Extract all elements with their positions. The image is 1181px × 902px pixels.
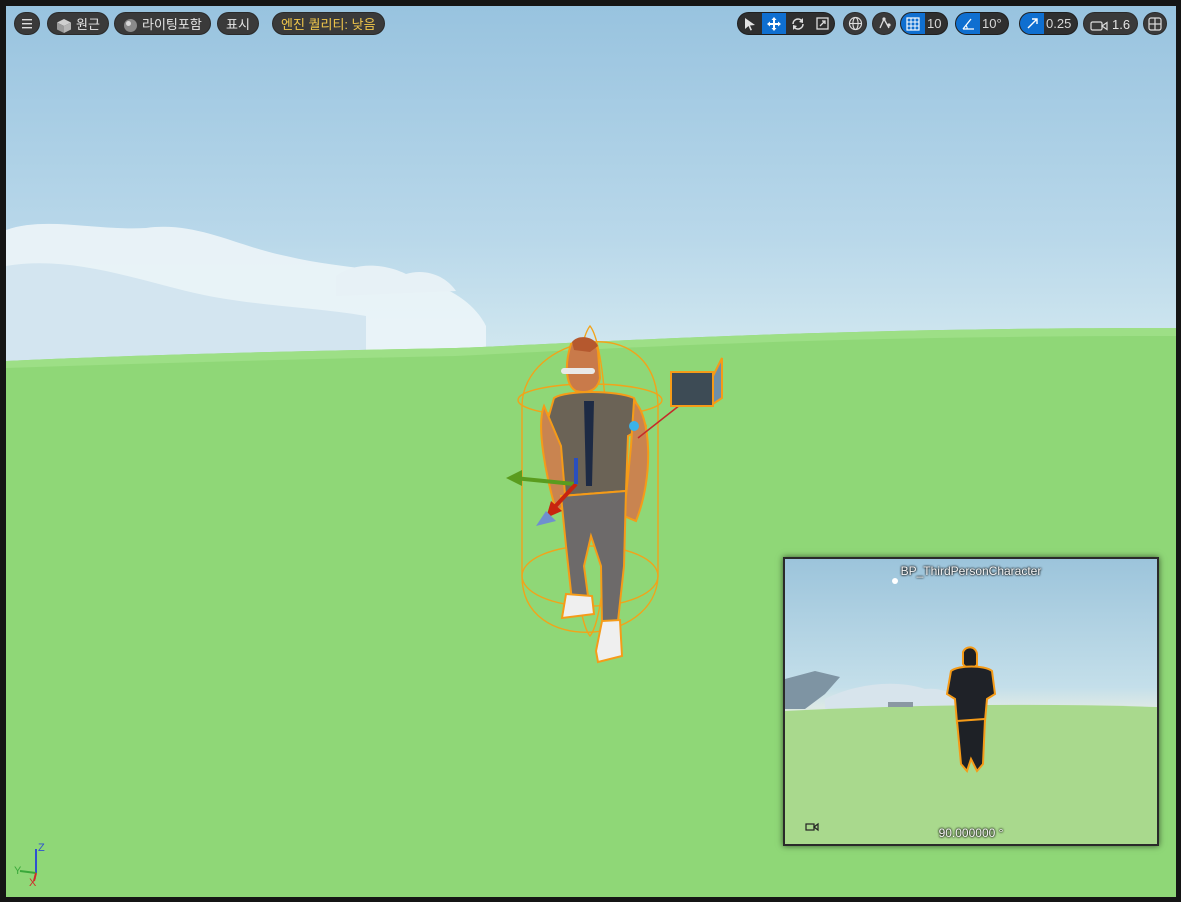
grid-snap-group: 10 bbox=[900, 12, 949, 35]
rotation-snap-group: 10° bbox=[955, 12, 1009, 35]
coordinate-space-button[interactable] bbox=[843, 12, 867, 35]
axis-y-label: Y bbox=[14, 865, 22, 877]
rotate-icon bbox=[792, 17, 804, 30]
cursor-icon bbox=[745, 17, 755, 30]
surface-snap-icon bbox=[878, 17, 891, 29]
move-icon bbox=[767, 16, 781, 31]
axis-indicator: Z Y X bbox=[14, 842, 45, 887]
cloud-small bbox=[336, 265, 456, 296]
transform-mode-group bbox=[737, 12, 835, 35]
lighting-label: 라이팅포함 bbox=[142, 17, 202, 32]
show-button[interactable]: 표시 bbox=[217, 12, 259, 35]
rotation-snap-toggle[interactable] bbox=[956, 13, 980, 34]
rotation-snap-value[interactable]: 10° bbox=[980, 13, 1008, 34]
viewport-menu-button[interactable] bbox=[14, 12, 40, 35]
perspective-button[interactable]: 원근 bbox=[47, 12, 109, 35]
surface-snap-button[interactable] bbox=[872, 12, 896, 35]
camera-speed-button[interactable]: 1.6 bbox=[1083, 12, 1139, 35]
camera-preview[interactable]: BP_ThirdPersonCharacter 90.000000 ° bbox=[783, 557, 1159, 846]
preview-scene bbox=[785, 578, 1157, 844]
grid-snap-toggle[interactable] bbox=[901, 13, 925, 34]
scale-snap-value[interactable]: 0.25 bbox=[1044, 13, 1077, 34]
lighting-mode-button[interactable]: 라이팅포함 bbox=[114, 12, 211, 35]
scale-arrow-icon bbox=[1027, 18, 1038, 29]
translate-mode-button[interactable] bbox=[762, 13, 786, 34]
layout-grid-icon bbox=[1148, 16, 1162, 31]
scale-mode-button[interactable] bbox=[810, 13, 834, 34]
show-label: 표시 bbox=[226, 17, 250, 32]
select-mode-button[interactable] bbox=[738, 13, 762, 34]
axis-x-label: X bbox=[29, 877, 37, 887]
cube-icon bbox=[57, 18, 71, 33]
engine-quality-button[interactable]: 엔진 퀄리티: 낮음 bbox=[272, 12, 385, 35]
scale-icon bbox=[815, 17, 829, 30]
scale-snap-group: 0.25 bbox=[1019, 12, 1079, 35]
rotate-mode-button[interactable] bbox=[786, 13, 810, 34]
preview-title: BP_ThirdPersonCharacter bbox=[900, 564, 1042, 578]
viewport-layout-button[interactable] bbox=[1143, 12, 1167, 35]
axis-z-label: Z bbox=[38, 842, 45, 854]
viewport-toolbar: 원근 라이팅포함 표시 엔진 퀄리티: 낮음 10 10° 0.25 1.6 bbox=[6, 9, 1176, 35]
grid-icon bbox=[906, 16, 920, 31]
engine-quality-label: 엔진 퀄리티: 낮음 bbox=[281, 17, 376, 32]
preview-fov: 90.000000 ° bbox=[938, 826, 1004, 840]
perspective-label: 원근 bbox=[76, 17, 100, 32]
hamburger-icon bbox=[22, 19, 32, 29]
grid-snap-value[interactable]: 10 bbox=[925, 13, 947, 34]
sphere-icon bbox=[124, 19, 137, 33]
camera-speed-value: 1.6 bbox=[1112, 17, 1131, 32]
camera-icon bbox=[1090, 20, 1108, 31]
level-viewport[interactable]: 원근 라이팅포함 표시 엔진 퀄리티: 낮음 10 10° 0.25 1.6 B… bbox=[6, 6, 1176, 897]
globe-icon bbox=[848, 16, 862, 31]
scale-snap-toggle[interactable] bbox=[1020, 13, 1044, 34]
angle-icon bbox=[962, 18, 974, 30]
